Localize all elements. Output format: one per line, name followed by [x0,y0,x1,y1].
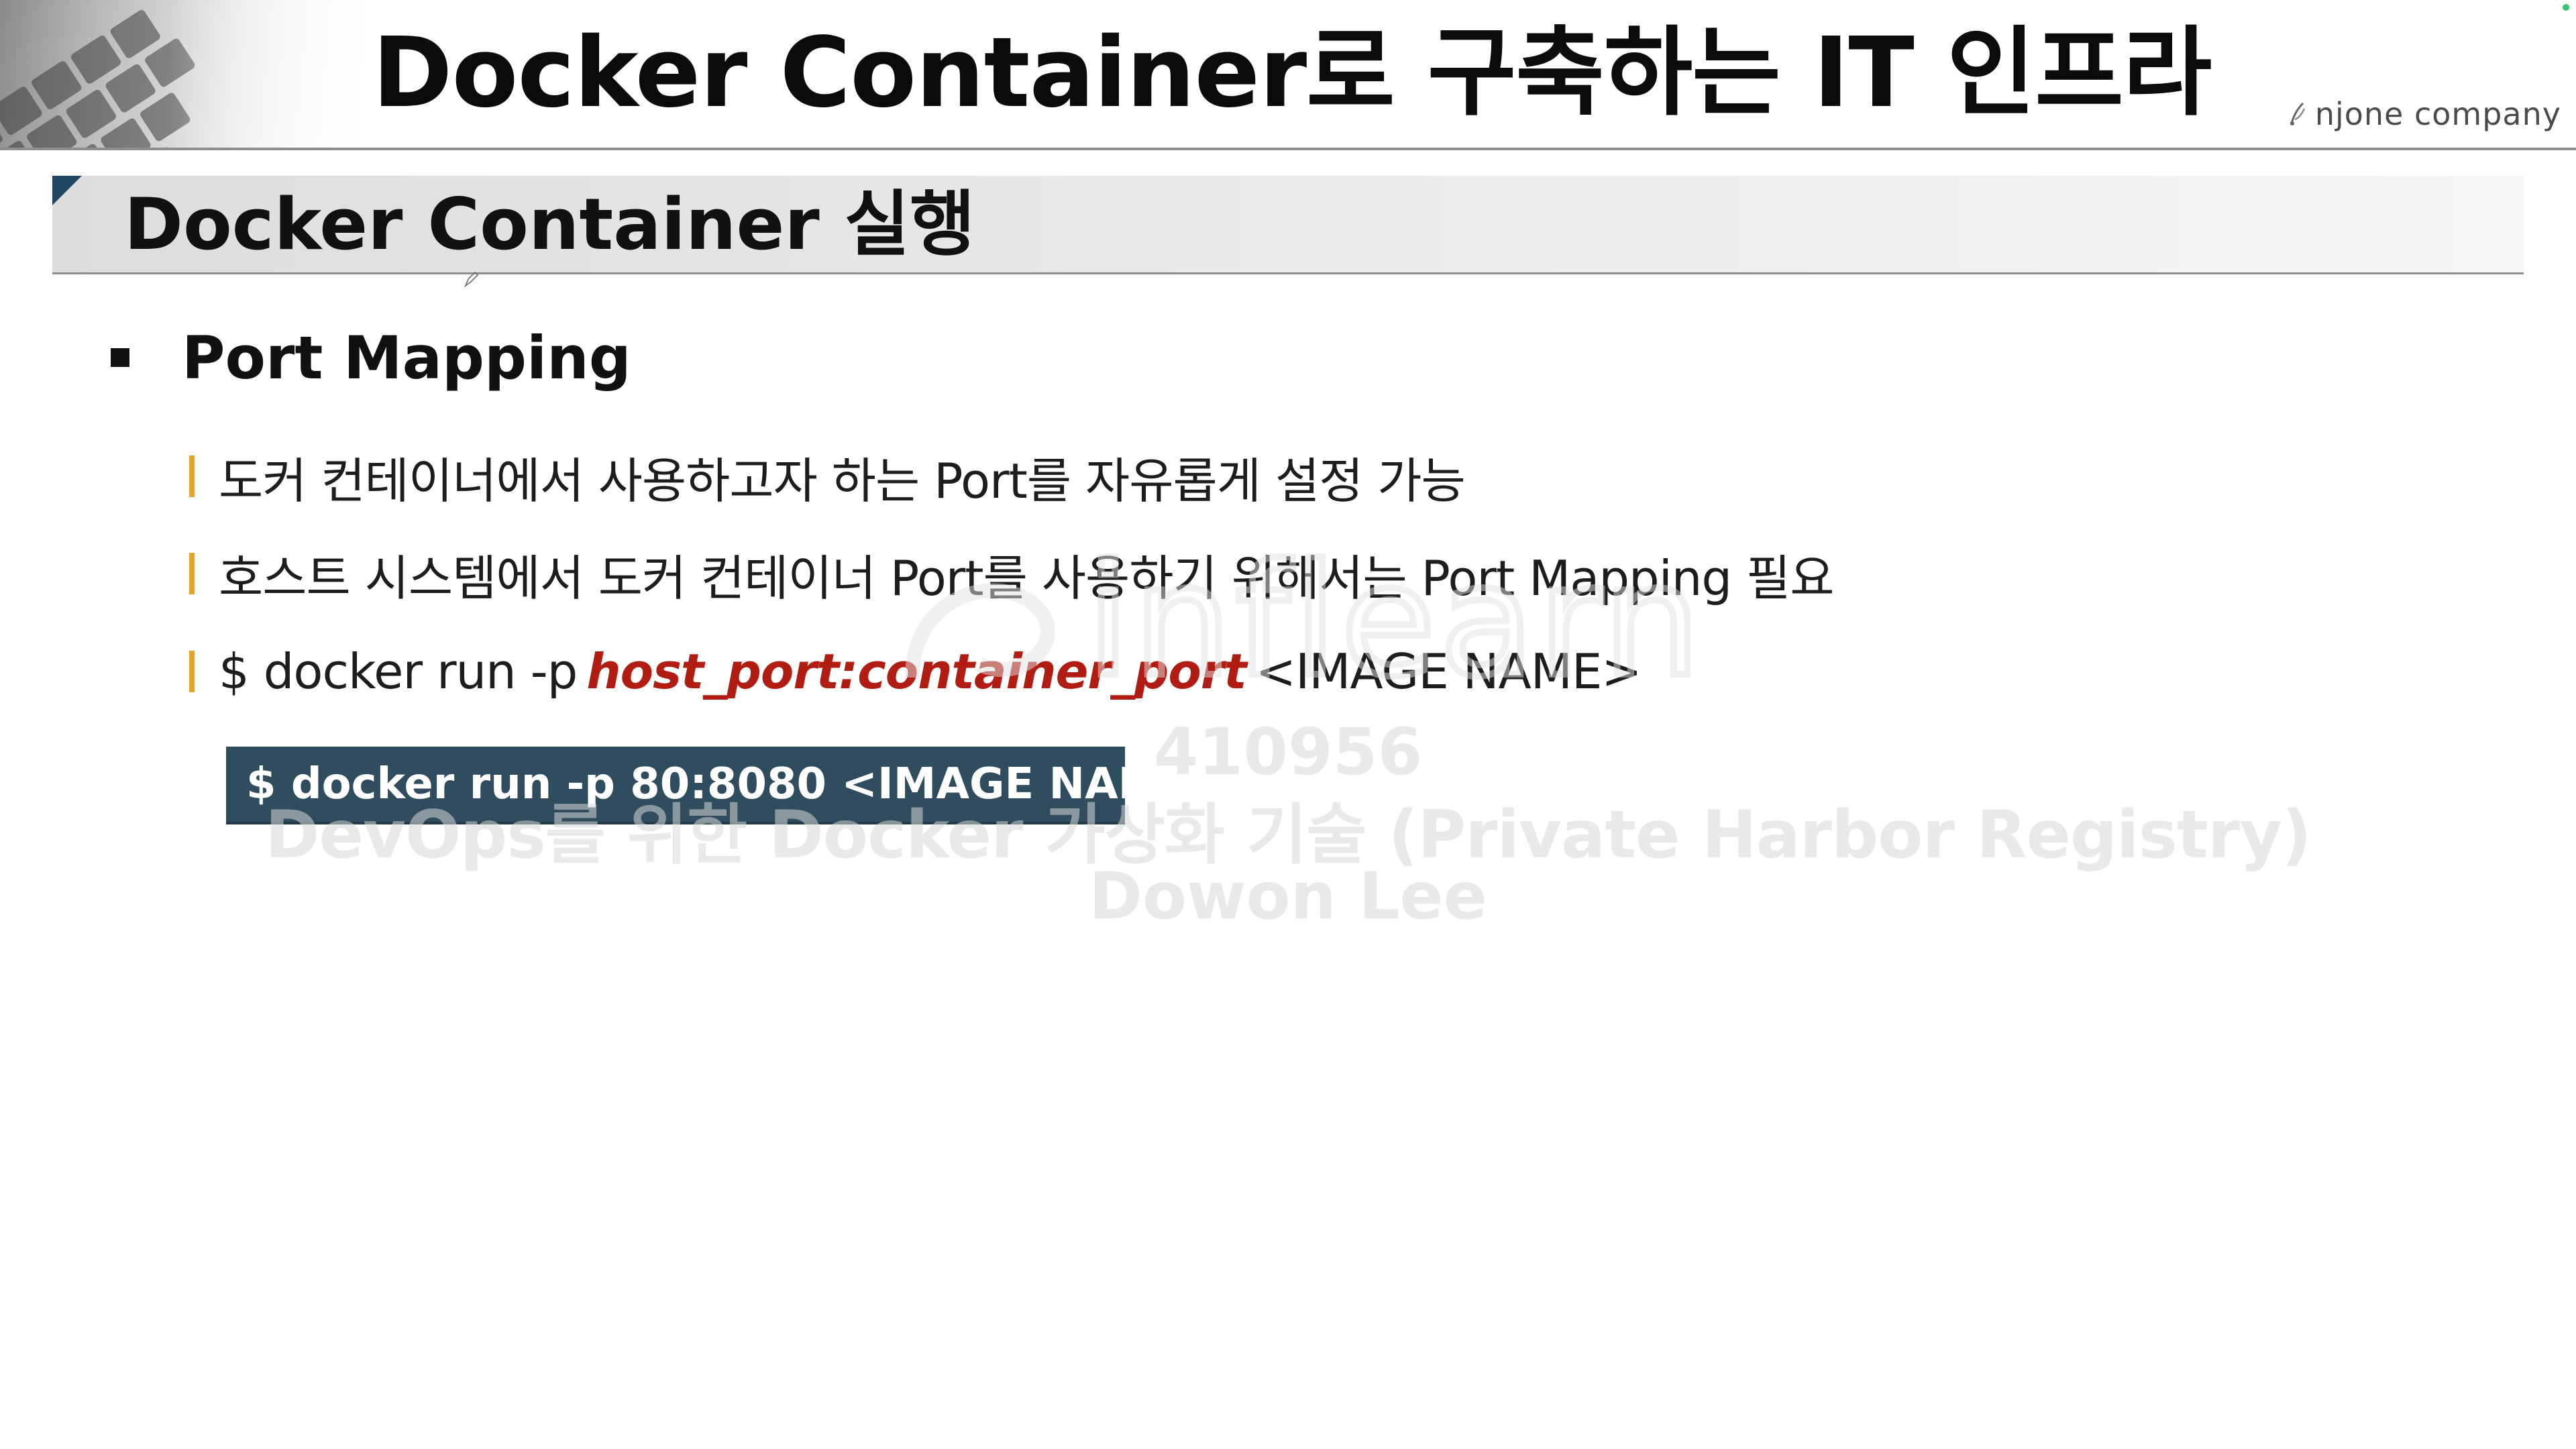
square-bullet-icon [111,348,129,367]
status-dot-icon [2563,4,2569,11]
company-logo: njone company [2284,94,2561,134]
section-corner-triangle-icon [52,176,82,205]
command-prefix: $ docker run -p [219,643,578,700]
section-divider [52,272,2524,274]
list-item-text: 도커 컨테이너에서 사용하고자 하는 Port를 자유롭게 설정 가능 [219,452,1466,509]
orange-bar-bullet-icon [189,651,195,692]
slide: Docker Container로 구축하는 IT 인프라 njone comp… [0,0,2576,1449]
pen-cursor-icon [464,271,479,288]
slide-main-title: Docker Container로 구축하는 IT 인프라 [372,16,2212,129]
list-item: 호스트 시스템에서 도커 컨테이너 Port를 사용하기 위해서는 Port M… [189,537,1834,610]
orange-bar-bullet-icon [189,553,195,594]
section-title: Docker Container 실행 [124,183,975,266]
list-item-text: 호스트 시스템에서 도커 컨테이너 Port를 사용하기 위해서는 Port M… [219,549,1834,606]
code-example-text: $ docker run -p 80:8080 <IMAGE NAME> [246,759,1226,809]
list-item: 도커 컨테이너에서 사용하고자 하는 Port를 자유롭게 설정 가능 [189,439,1466,513]
list-item-command-syntax: $ docker run -p host_port:container_port… [189,635,1642,708]
heading-port-mapping: Port Mapping [182,323,631,392]
slide-header: Docker Container로 구축하는 IT 인프라 njone comp… [0,0,2576,149]
watermark-author: Dowon Lee [1089,859,1487,934]
orange-bar-bullet-icon [189,455,195,497]
laptop-keyboard-image [0,0,376,149]
code-example-box: $ docker run -p 80:8080 <IMAGE NAME> [226,747,1226,824]
command-port-mapping-placeholder: host_port:container_port [586,643,1246,700]
bullet-heading: Port Mapping [111,321,631,394]
logo-text: njone company [2314,96,2561,132]
logo-mark-icon [2290,102,2305,125]
header-divider [0,148,2576,150]
command-image-placeholder: <IMAGE NAME> [1255,643,1642,700]
